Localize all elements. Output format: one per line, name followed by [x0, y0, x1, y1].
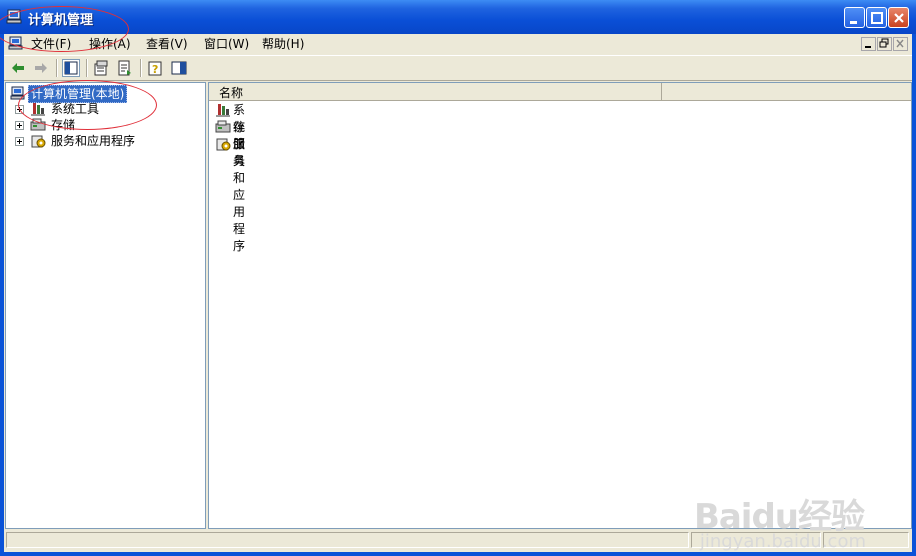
toolbar-separator: [56, 59, 58, 77]
services-apps-icon: [215, 136, 231, 152]
show-hide-tree-icon[interactable]: [62, 59, 80, 77]
minimize-button[interactable]: [844, 7, 865, 28]
toolbar-separator: [140, 59, 142, 77]
column-header-name[interactable]: 名称: [209, 83, 662, 100]
export-list-icon[interactable]: [116, 59, 134, 77]
system-tools-icon: [30, 101, 46, 117]
mdi-minimize-button[interactable]: [861, 37, 876, 51]
svg-text:?: ?: [152, 63, 158, 76]
forward-arrow-icon[interactable]: [32, 59, 50, 77]
system-tools-icon: [215, 102, 231, 118]
list-item-label: 服务和应用程序: [233, 137, 246, 253]
services-apps-icon: [30, 133, 46, 149]
client-area: 文件(F) 操作(A) 查看(V) 窗口(W) 帮助(H) ? 计算机管理(本地…: [4, 34, 912, 552]
storage-icon: [30, 117, 46, 133]
storage-icon: [215, 119, 231, 135]
tree-root-node[interactable]: 计算机管理(本地): [6, 85, 205, 103]
toolbar: ?: [4, 55, 912, 81]
show-hide-action-pane-icon[interactable]: [170, 59, 188, 77]
tree-node-system-tools[interactable]: 系统工具: [6, 101, 205, 117]
status-bar: [4, 530, 912, 550]
menu-help[interactable]: 帮助(H): [262, 36, 304, 52]
menu-action[interactable]: 操作(A): [89, 36, 131, 52]
tree-node-label[interactable]: 存储: [51, 117, 75, 133]
toolbar-separator: [86, 59, 88, 77]
mdi-restore-button[interactable]: [877, 37, 892, 51]
tree-node-services-apps[interactable]: 服务和应用程序: [6, 133, 205, 149]
column-header-label: 名称: [219, 86, 244, 100]
close-button[interactable]: [888, 7, 909, 28]
status-panel-2: [691, 532, 821, 548]
status-panel-main: [6, 532, 689, 548]
expand-icon[interactable]: [15, 105, 24, 114]
menu-view[interactable]: 查看(V): [146, 36, 188, 52]
menu-bar: 文件(F) 操作(A) 查看(V) 窗口(W) 帮助(H): [4, 34, 912, 54]
computer-management-icon: [6, 9, 24, 25]
mdi-controls: [861, 37, 908, 51]
status-panel-3: [823, 532, 909, 548]
expand-icon[interactable]: [15, 121, 24, 130]
tree-node-label[interactable]: 服务和应用程序: [51, 133, 135, 149]
computer-icon[interactable]: [8, 36, 24, 53]
back-arrow-icon[interactable]: [9, 59, 27, 77]
mdi-close-button[interactable]: [893, 37, 908, 51]
tree-node-storage[interactable]: 存储: [6, 117, 205, 133]
window: 计算机管理 文件(F) 操作(A) 查看(V) 窗口(W) 帮助(H) ? 计算…: [0, 0, 916, 556]
window-title: 计算机管理: [28, 13, 94, 28]
menu-window[interactable]: 窗口(W): [204, 36, 249, 52]
maximize-button[interactable]: [866, 7, 887, 28]
expand-icon[interactable]: [15, 137, 24, 146]
properties-icon[interactable]: [92, 59, 110, 77]
computer-icon: [10, 85, 26, 101]
menu-file[interactable]: 文件(F): [31, 36, 71, 52]
tree-node-label[interactable]: 系统工具: [51, 101, 99, 117]
tree-pane[interactable]: 计算机管理(本地) 系统工具 存储 服务和应用程序: [5, 82, 206, 529]
list-pane[interactable]: 名称 系统工具 存储 服务和应用程序: [208, 82, 912, 529]
help-icon[interactable]: ?: [146, 59, 164, 77]
list-header: 名称: [209, 83, 911, 101]
title-bar[interactable]: 计算机管理: [0, 0, 916, 34]
